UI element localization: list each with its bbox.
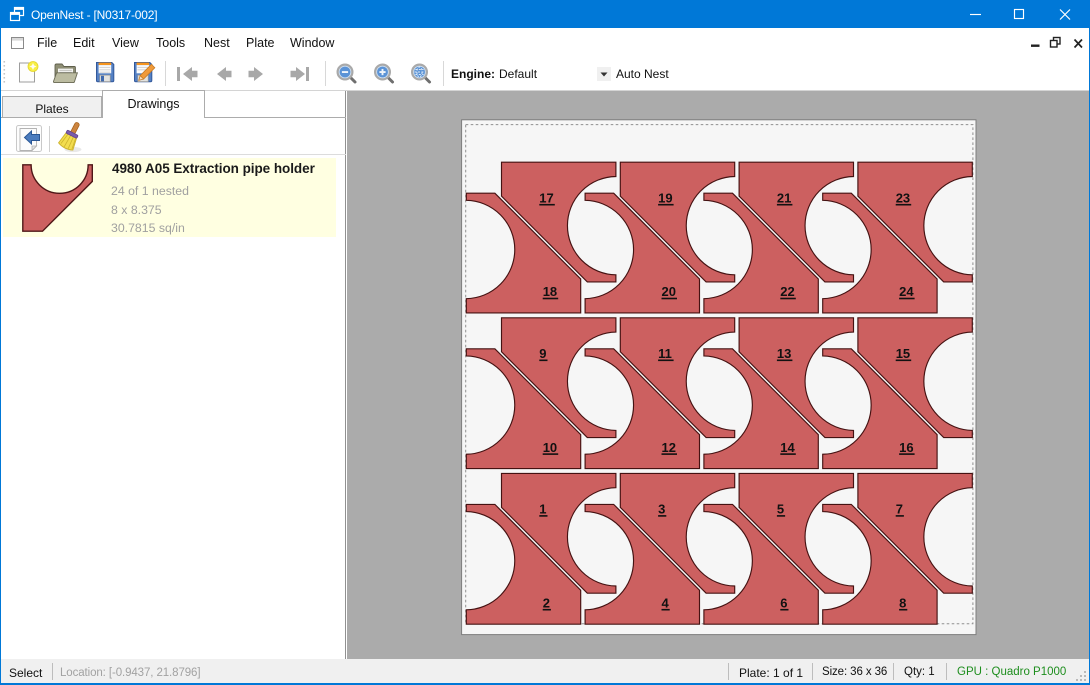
svg-text:16: 16 [899,440,913,455]
svg-text:10: 10 [543,440,557,455]
svg-text:23: 23 [896,190,910,205]
svg-text:24: 24 [899,284,914,299]
svg-text:11: 11 [658,346,672,361]
svg-text:2: 2 [543,595,550,610]
svg-text:22: 22 [780,284,794,299]
svg-text:13: 13 [777,346,791,361]
svg-text:15: 15 [896,346,910,361]
svg-text:17: 17 [539,190,553,205]
svg-text:20: 20 [662,284,676,299]
svg-text:21: 21 [777,190,791,205]
svg-text:4: 4 [662,595,670,610]
svg-text:19: 19 [658,190,672,205]
svg-text:7: 7 [896,502,903,517]
svg-text:6: 6 [780,595,787,610]
svg-text:3: 3 [658,502,665,517]
svg-text:8: 8 [899,595,906,610]
svg-text:18: 18 [543,284,557,299]
svg-text:9: 9 [539,346,546,361]
svg-text:1: 1 [539,502,546,517]
svg-text:14: 14 [780,440,795,455]
svg-text:5: 5 [777,502,784,517]
svg-text:12: 12 [662,440,676,455]
